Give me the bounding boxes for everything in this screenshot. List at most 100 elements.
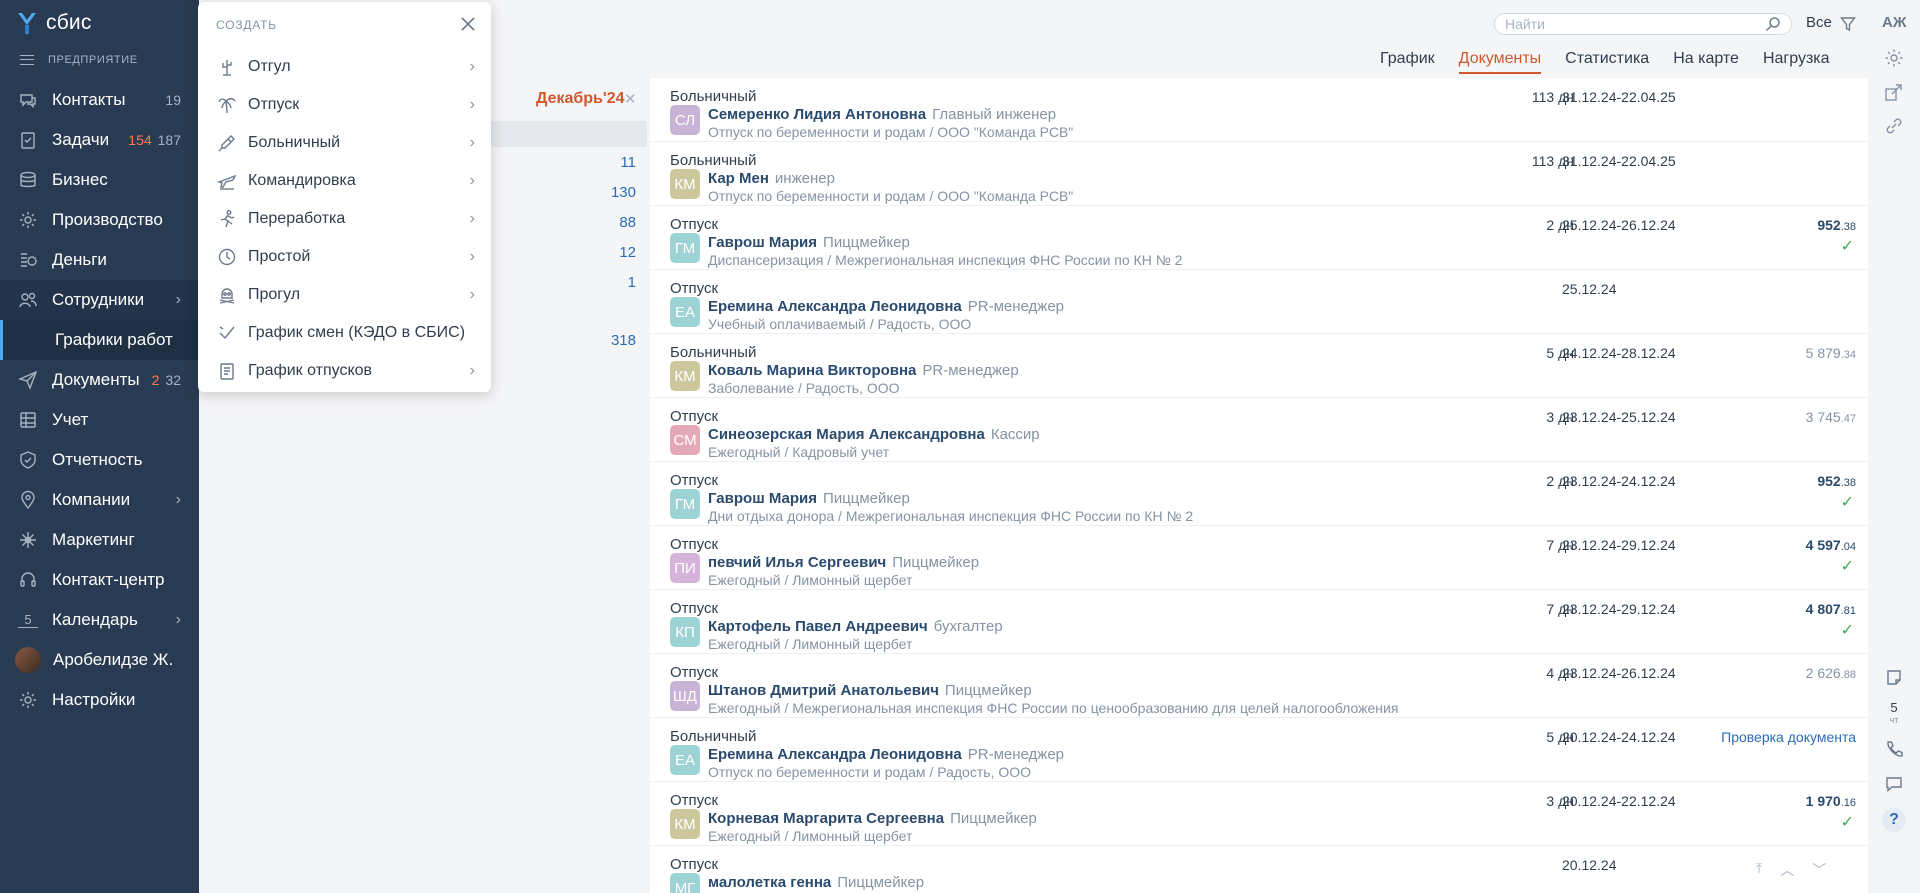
tab[interactable]: На карте: [1673, 50, 1739, 74]
sidebar-item[interactable]: Контакты 19: [0, 80, 199, 120]
document-row[interactable]: Отпуск ГМ Гаврош Мария Пиццмейкер Диспансери…: [650, 206, 1868, 270]
document-details: Ежегодный / Лимонный щербет: [708, 636, 913, 652]
group-count: 130: [610, 184, 636, 201]
search-icon[interactable]: [1765, 16, 1781, 32]
document-row[interactable]: Отпуск СМ Синеозерская Мария Александровна…: [650, 398, 1868, 462]
document-row[interactable]: Больничный КМ Коваль Марина Викторовна PR-м…: [650, 334, 1868, 398]
popup-item[interactable]: Простой ›: [198, 238, 491, 276]
sidebar-item[interactable]: Производство: [0, 200, 199, 240]
sidebar-item[interactable]: 5 Календарь ›: [0, 600, 199, 640]
help-button[interactable]: ?: [1882, 808, 1906, 832]
tab[interactable]: Нагрузка: [1763, 50, 1830, 74]
selected-group-row[interactable]: [466, 121, 647, 147]
employee-name[interactable]: Синеозерская Мария Александровна Кассир: [708, 426, 1040, 443]
sidebar-item[interactable]: Отчетность: [0, 440, 199, 480]
check-document-link[interactable]: Проверка документа: [1721, 729, 1856, 745]
filter-icon[interactable]: [1840, 16, 1856, 32]
sidebar-item[interactable]: Учет: [0, 400, 199, 440]
document-row[interactable]: Больничный ЕА Еремина Александра Леонидовн…: [650, 718, 1868, 782]
sidebar-item[interactable]: Контакт-центр: [0, 560, 199, 600]
logo-text: сбис: [46, 11, 92, 34]
employee-name[interactable]: Картофель Павел Андреевич бухгалтер: [708, 618, 1003, 635]
employee-name[interactable]: Семеренко Лидия Антоновна Главный инженер: [708, 106, 1056, 123]
popup-item[interactable]: Переработка ›: [198, 200, 491, 238]
period-selector[interactable]: Декабрь'24: [536, 90, 625, 108]
amount: 952.38: [1817, 473, 1856, 489]
popup-item[interactable]: Прогул ›: [198, 276, 491, 314]
employee-name[interactable]: Кар Мен инженер: [708, 170, 835, 187]
scroll-up-icon[interactable]: ︿: [1780, 860, 1794, 880]
document-row[interactable]: Больничный КМ Кар Мен инженер Отпуск по бере…: [650, 142, 1868, 206]
sidebar-item[interactable]: Деньги: [0, 240, 199, 280]
logo[interactable]: сбис: [0, 0, 199, 46]
sidebar-item[interactable]: Маркетинг: [0, 520, 199, 560]
employee-name[interactable]: Штанов Дмитрий Анатольевич Пиццмейкер: [708, 682, 1032, 699]
settings-icon[interactable]: [1884, 48, 1904, 68]
popup-item[interactable]: Командировка ›: [198, 162, 491, 200]
sidebar-item[interactable]: Бизнес: [0, 160, 199, 200]
employee-name[interactable]: малолетка генна Пиццмейкер: [708, 874, 924, 891]
employee-name[interactable]: Еремина Александра Леонидовна PR-менеджер: [708, 298, 1064, 315]
employee-name[interactable]: Коваль Марина Викторовна PR-менеджер: [708, 362, 1019, 379]
scroll-down-icon[interactable]: ﹀: [1812, 860, 1826, 880]
employee-avatar: ГМ: [670, 233, 700, 263]
menu-header[interactable]: ПРЕДПРИЯТИЕ: [0, 46, 199, 74]
cactus-icon: [216, 56, 238, 78]
chat-bubble-icon[interactable]: [1884, 774, 1904, 794]
phone-icon[interactable]: [1884, 740, 1904, 760]
tab[interactable]: Статистика: [1565, 50, 1649, 74]
sidebar-item[interactable]: Задачи 154 187: [0, 120, 199, 160]
user-initials[interactable]: АЖ: [1882, 14, 1906, 31]
employee-name[interactable]: Еремина Александра Леонидовна PR-менеджер: [708, 746, 1064, 763]
link-icon[interactable]: [1884, 116, 1904, 136]
notes-icon[interactable]: [1884, 668, 1904, 688]
sidebar-item[interactable]: Настройки: [0, 680, 199, 720]
document-row[interactable]: Отпуск ПИ певчий Илья Сергеевич Пиццмейкер Е…: [650, 526, 1868, 590]
sidebar-subitem-schedules[interactable]: Графики работ: [0, 320, 199, 360]
search-input[interactable]: [1505, 16, 1765, 32]
chevron-right-icon: ›: [469, 134, 475, 151]
chevron-right-icon[interactable]: ›: [176, 491, 181, 509]
popup-item[interactable]: График смен (КЭДО в СБИС): [198, 314, 491, 352]
popup-item[interactable]: Отпуск ›: [198, 86, 491, 124]
menu-icon[interactable]: [20, 55, 34, 65]
export-icon[interactable]: [1884, 82, 1904, 102]
popup-item[interactable]: График отпусков ›: [198, 352, 491, 390]
document-row[interactable]: Отпуск КП Картофель Павел Андреевич бухгалт…: [650, 590, 1868, 654]
right-toolbar: [1884, 48, 1904, 136]
chevron-right-icon[interactable]: ›: [176, 611, 181, 629]
document-row[interactable]: Отпуск КМ Корневая Маргарита Сергеевна Пицц…: [650, 782, 1868, 846]
sidebar-item[interactable]: Аробелидзе Ж.: [0, 640, 199, 680]
document-row[interactable]: Больничный СЛ Семеренко Лидия Антоновна Гла…: [650, 78, 1868, 142]
employee-name[interactable]: Корневая Маргарита Сергеевна Пиццмейкер: [708, 810, 1037, 827]
employee-avatar: КП: [670, 617, 700, 647]
period-clear-icon[interactable]: ✕: [624, 90, 637, 108]
document-row[interactable]: Отпуск МГ малолетка генна Пиццмейкер 20.12.2…: [650, 846, 1868, 893]
close-icon[interactable]: [461, 17, 475, 31]
document-row[interactable]: Отпуск ЕА Еремина Александра Леонидовна PR-…: [650, 270, 1868, 334]
calendar-widget[interactable]: 5 чт: [1890, 701, 1899, 726]
popup-item[interactable]: Больничный ›: [198, 124, 491, 162]
chevron-right-icon: ›: [469, 286, 475, 303]
tab[interactable]: График: [1380, 50, 1435, 74]
document-row[interactable]: Отпуск ШД Штанов Дмитрий Анатольевич Пиццме…: [650, 654, 1868, 718]
tab[interactable]: Документы: [1458, 50, 1542, 74]
sidebar-item-label: Отчетность: [52, 450, 143, 469]
employee-name[interactable]: Гаврош Мария Пиццмейкер: [708, 234, 910, 251]
floating-toolbar: 5 чт ?: [1882, 668, 1906, 832]
filter-all-label[interactable]: Все: [1806, 14, 1832, 31]
scroll-top-icon[interactable]: ⤒: [1756, 860, 1762, 880]
sidebar-item[interactable]: Сотрудники ›: [0, 280, 199, 320]
document-row[interactable]: Отпуск ГМ Гаврош Мария Пиццмейкер Дни отдыха…: [650, 462, 1868, 526]
chevron-right-icon[interactable]: ›: [176, 291, 181, 309]
sidebar-item[interactable]: Документы 2 32: [0, 360, 199, 400]
popup-item[interactable]: Отгул ›: [198, 48, 491, 86]
sidebar-item-label: Бизнес: [52, 170, 108, 189]
document-details: Дни отдыха донора / Межрегиональная инсп…: [708, 508, 1194, 524]
badge-count-urgent: 154: [128, 132, 152, 148]
sidebar-item[interactable]: Компании ›: [0, 480, 199, 520]
employee-name[interactable]: певчий Илья Сергеевич Пиццмейкер: [708, 554, 979, 571]
search-box[interactable]: [1494, 13, 1792, 35]
employee-name[interactable]: Гаврош Мария Пиццмейкер: [708, 490, 910, 507]
document-details: Отпуск по беременности и родам / Радость…: [708, 764, 1031, 780]
